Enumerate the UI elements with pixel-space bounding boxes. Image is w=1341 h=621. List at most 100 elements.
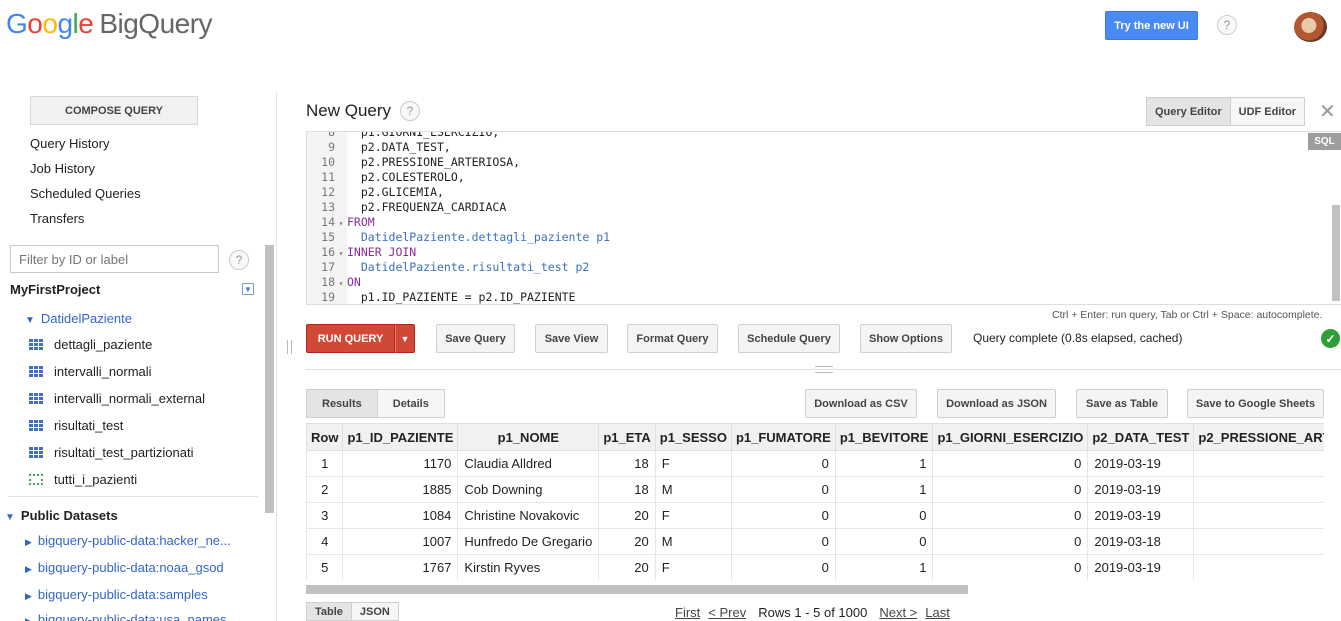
table-icon [29, 393, 43, 404]
column-header: p1_ID_PAZIENTE [342, 423, 459, 451]
code-line: 15 DatidelPaziente.dettagli_paziente p1 [307, 230, 610, 245]
column-header: p2_PRESSIONE_ARTERIOSA [1193, 423, 1324, 451]
table-cell: 18 [598, 450, 656, 477]
table-cell: 1 [306, 450, 344, 477]
fold-arrow-icon[interactable]: ▾ [335, 216, 347, 231]
nav-transfers[interactable]: Transfers [30, 211, 84, 226]
help-icon[interactable]: ? [400, 101, 420, 121]
code-line: 12 p2.GLICEMIA, [307, 185, 444, 200]
public-dataset-item[interactable]: ▶ bigquery-public-data:usa_names [25, 612, 227, 621]
query-status: Query complete (0.8s elapsed, cached) [973, 331, 1183, 345]
show-options-button[interactable]: Show Options [860, 324, 952, 353]
rows-info: Rows 1 - 5 of 1000 [758, 605, 868, 620]
horizontal-scrollbar[interactable] [306, 585, 968, 594]
public-datasets-header[interactable]: ▼ Public Datasets [5, 508, 118, 523]
table-cell: 2019-03-19 [1087, 476, 1195, 503]
chevron-down-icon[interactable]: ▼ [242, 283, 254, 295]
table-cell: 5 [306, 554, 344, 580]
column-header: p2_DATA_TEST [1087, 423, 1195, 451]
table-label: risultati_test_partizionati [54, 445, 194, 460]
table-label: intervalli_normali_external [54, 391, 206, 406]
table-cell: 0 [932, 528, 1089, 555]
run-query-button[interactable]: RUN QUERY [306, 324, 395, 353]
tab-json-view[interactable]: JSON [351, 603, 398, 620]
editor-scrollbar[interactable] [1332, 205, 1340, 301]
tab-udf-editor[interactable]: UDF Editor [1230, 98, 1305, 125]
save-view-button[interactable]: Save View [535, 324, 608, 353]
sidebar-scrollbar[interactable] [265, 245, 274, 513]
first-page-link[interactable]: First [675, 605, 700, 620]
sql-editor[interactable]: 8 p1.GIORNI_ESERCIZIO, 9 p2.DATA_TEST, 10 … [306, 131, 1341, 305]
table-cell: F [654, 502, 732, 529]
code-text: p2.COLESTEROLO, [347, 170, 465, 184]
nav-query-history[interactable]: Query History [30, 136, 109, 151]
table-cell: 0 [932, 476, 1089, 503]
public-dataset-label: bigquery-public-data:noaa_gsod [37, 560, 224, 575]
compose-query-button[interactable]: COMPOSE QUERY [30, 96, 198, 125]
try-new-ui-button[interactable]: Try the new UI [1105, 11, 1198, 40]
avatar[interactable] [1294, 12, 1327, 42]
table-cell: 20 [598, 502, 656, 529]
code-line: 9 p2.DATA_TEST, [307, 140, 451, 155]
sidebar-divider [276, 92, 277, 621]
table-item[interactable]: intervalli_normali [29, 364, 152, 379]
tab-results[interactable]: Results [307, 390, 378, 417]
table-item[interactable]: risultati_test [29, 418, 123, 433]
dataset-item[interactable]: ▼ DatidelPaziente [25, 311, 132, 326]
public-dataset-item[interactable]: ▶ bigquery-public-data:samples [25, 587, 208, 602]
close-icon[interactable]: ✕ [1319, 99, 1336, 124]
table-cell: F [654, 450, 732, 477]
line-number: 9 [328, 140, 335, 154]
table-label: risultati_test [54, 418, 124, 433]
save-query-button[interactable]: Save Query [436, 324, 515, 353]
prev-page-link[interactable]: < Prev [708, 605, 746, 620]
next-page-link[interactable]: Next > [879, 605, 917, 620]
save-as-table-button[interactable]: Save as Table [1076, 389, 1168, 418]
table-item[interactable]: risultati_test_partizionati [29, 445, 193, 460]
format-query-button[interactable]: Format Query [627, 324, 718, 353]
fold-arrow-icon[interactable]: ▾ [335, 246, 347, 261]
line-number: 13 [321, 200, 335, 214]
column-header: p1_BEVITORE [834, 423, 934, 451]
code-text: p2.PRESSIONE_ARTERIOSA, [347, 155, 521, 169]
chevron-down-icon[interactable]: ▼ [395, 324, 415, 353]
public-dataset-label: bigquery-public-data:usa_names [37, 612, 227, 621]
code-line: 10 p2.PRESSIONE_ARTERIOSA, [307, 155, 520, 170]
nav-job-history[interactable]: Job History [30, 161, 95, 176]
fold-arrow-icon[interactable]: ▾ [335, 276, 347, 291]
filter-input[interactable] [10, 245, 219, 273]
code-text: DatidelPaziente.dettagli_paziente p1 [347, 230, 611, 244]
table-cell: 20 [598, 554, 656, 580]
table-item[interactable]: dettagli_paziente [29, 337, 152, 352]
table-item[interactable]: intervalli_normali_external [29, 391, 205, 406]
download-json-button[interactable]: Download as JSON [937, 389, 1056, 418]
project-name[interactable]: MyFirstProject [10, 282, 100, 297]
last-page-link[interactable]: Last [925, 605, 950, 620]
google-bigquery-logo[interactable]: Google BigQuery [6, 8, 213, 40]
public-dataset-item[interactable]: ▶ bigquery-public-data:hacker_ne... [25, 533, 231, 548]
public-dataset-item[interactable]: ▶ bigquery-public-data:noaa_gsod [25, 560, 224, 575]
panel-resize-handle[interactable] [287, 340, 292, 354]
save-to-sheets-button[interactable]: Save to Google Sheets [1187, 389, 1324, 418]
schedule-query-button[interactable]: Schedule Query [738, 324, 840, 353]
code-text: DatidelPaziente.risultati_test p2 [347, 260, 590, 274]
code-text: FROM [347, 215, 375, 229]
table-cell [1193, 476, 1324, 503]
resize-grip-icon[interactable] [815, 366, 833, 373]
code-line: 8 p1.GIORNI_ESERCIZIO, [307, 132, 499, 140]
tab-table-view[interactable]: Table [307, 603, 352, 620]
table-cell [1193, 502, 1324, 529]
tab-query-editor[interactable]: Query Editor [1147, 98, 1231, 125]
download-csv-button[interactable]: Download as CSV [805, 389, 917, 418]
table-item[interactable]: tutti_i_pazienti [29, 472, 137, 487]
line-number: 18 [321, 275, 335, 289]
logo-letter: g [57, 8, 73, 39]
tab-details[interactable]: Details [377, 390, 444, 417]
table-icon [29, 339, 43, 350]
help-icon[interactable]: ? [1217, 15, 1237, 35]
table-row: 4 1007 Hunfredo De Gregario 20 M 0 0 0 2019-03-1… [306, 528, 1324, 555]
help-icon[interactable]: ? [229, 250, 249, 270]
nav-scheduled-queries[interactable]: Scheduled Queries [30, 186, 141, 201]
collapse-arrow-icon: ▶ [25, 591, 32, 601]
table-cell: 0 [730, 554, 836, 580]
